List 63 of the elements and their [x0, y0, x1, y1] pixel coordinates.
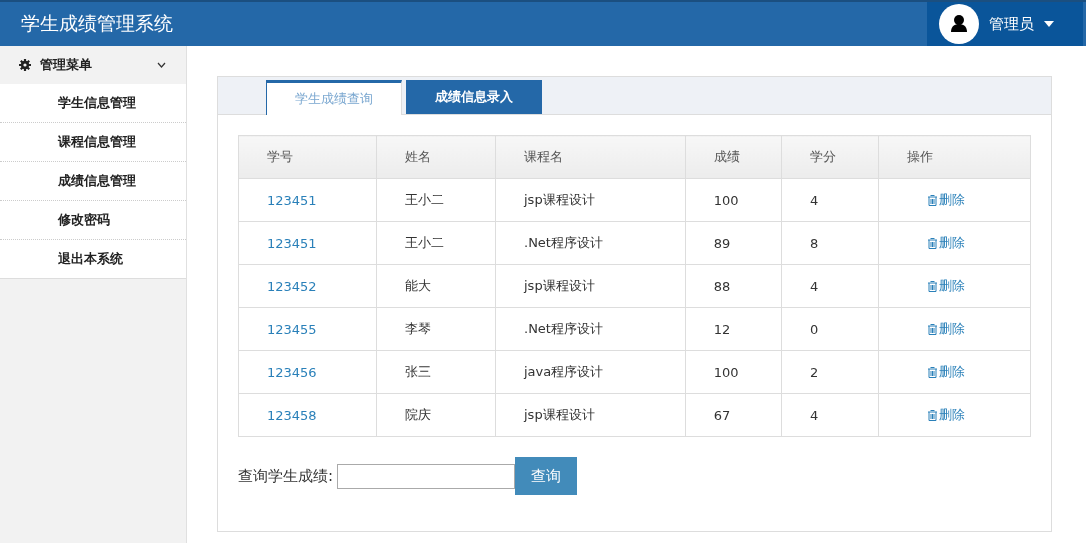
menu-header[interactable]: 管理菜单 [0, 46, 186, 84]
sidebar-item[interactable]: 课程信息管理 [0, 123, 186, 162]
trash-icon [926, 323, 938, 335]
trash-icon [926, 194, 938, 206]
app-title: 学生成绩管理系统 [21, 11, 173, 36]
table-cell: .Net程序设计 [495, 307, 686, 351]
table-cell: 张三 [376, 350, 496, 394]
table-cell: 8 [781, 221, 878, 265]
delete-link[interactable]: 删除 [926, 320, 965, 338]
table-cell: 院庆 [376, 393, 496, 437]
user-menu[interactable]: 管理员 [927, 2, 1083, 46]
delete-link[interactable]: 删除 [926, 234, 965, 252]
table-cell: 123451 [238, 178, 377, 222]
column-header: 成绩 [685, 135, 782, 179]
table-cell: 能大 [376, 264, 496, 308]
gear-icon [19, 59, 31, 71]
tab[interactable]: 成绩信息录入 [406, 80, 542, 114]
trash-icon [926, 237, 938, 249]
search-button[interactable]: 查询 [515, 457, 578, 495]
table-cell: .Net程序设计 [495, 221, 686, 265]
trash-icon [926, 280, 938, 292]
caret-icon [1044, 21, 1054, 27]
avatar-icon [939, 4, 979, 44]
table-cell: 100 [685, 178, 782, 222]
table-cell: 123456 [238, 350, 377, 394]
column-header: 课程名 [495, 135, 686, 179]
table-cell: 4 [781, 264, 878, 308]
search-field[interactable] [337, 463, 516, 489]
delete-link[interactable]: 删除 [926, 277, 965, 295]
table-cell: java程序设计 [495, 350, 686, 394]
table-cell: jsp课程设计 [495, 178, 686, 222]
table-cell: 88 [685, 264, 782, 308]
delete-link[interactable]: 删除 [926, 363, 965, 381]
table-cell: 100 [685, 350, 782, 394]
table-cell: 4 [781, 178, 878, 222]
column-header: 学分 [781, 135, 878, 179]
sidebar-item[interactable]: 修改密码 [0, 201, 186, 240]
table-cell: 12 [685, 307, 782, 351]
trash-icon [926, 409, 938, 421]
table-cell: jsp课程设计 [495, 393, 686, 437]
table-cell: 123451 [238, 221, 377, 265]
table-cell: 2 [781, 350, 878, 394]
column-header: 学号 [238, 135, 377, 179]
trash-icon [926, 366, 938, 378]
table-cell: 123455 [238, 307, 377, 351]
column-header: 操作 [878, 135, 1031, 179]
search-label: 查询学生成绩: [238, 466, 334, 486]
table-cell: 王小二 [376, 178, 496, 222]
sidebar-item[interactable]: 学生信息管理 [0, 84, 186, 123]
table-cell: 0 [781, 307, 878, 351]
table-cell: jsp课程设计 [495, 264, 686, 308]
column-header: 姓名 [376, 135, 496, 179]
table-cell: 4 [781, 393, 878, 437]
table-cell: 89 [685, 221, 782, 265]
table-cell: 67 [685, 393, 782, 437]
delete-link[interactable]: 删除 [926, 406, 965, 424]
table-cell: 123452 [238, 264, 377, 308]
table-cell: 123458 [238, 393, 377, 437]
table-cell: 李琴 [376, 307, 496, 351]
sidebar-item[interactable]: 成绩信息管理 [0, 162, 186, 201]
delete-link[interactable]: 删除 [926, 191, 965, 209]
table-cell: 王小二 [376, 221, 496, 265]
sidebar-item[interactable]: 退出本系统 [0, 240, 186, 278]
